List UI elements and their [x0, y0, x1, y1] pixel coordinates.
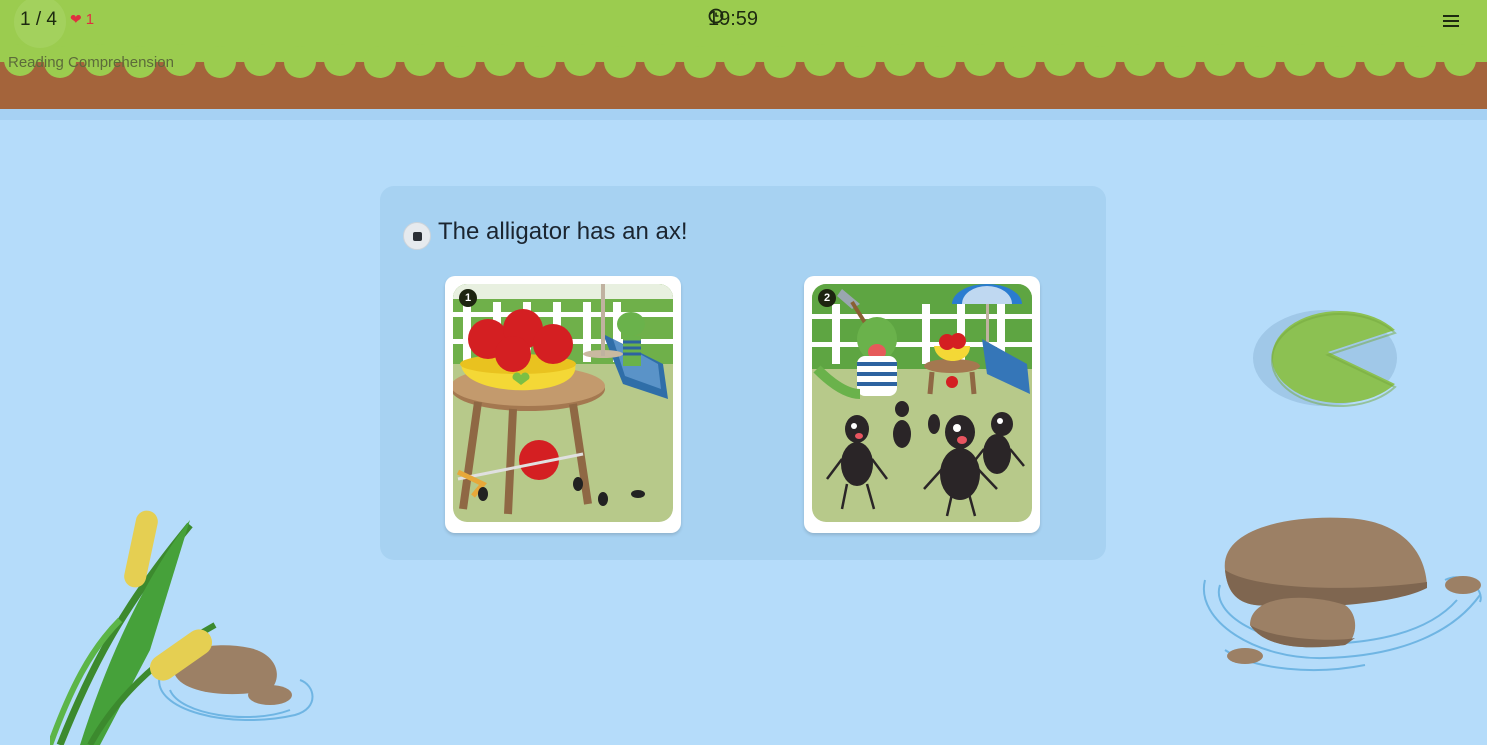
apple-bowl-scene-image [453, 284, 673, 522]
alligator-with-ax-scene-image [812, 284, 1032, 522]
heart-icon: ❤ [70, 11, 82, 28]
lives-indicator: ❤ 1 [70, 11, 94, 28]
menu-icon [1441, 15, 1461, 27]
answer-choice-1[interactable]: 1 [445, 276, 681, 533]
rocks-right [1202, 517, 1482, 671]
cattails-and-rock [50, 510, 314, 745]
top-bar: 1 / 4 ❤ 1 19:59 Reading Comprehension [0, 0, 1487, 120]
clock-icon [708, 8, 724, 24]
menu-button[interactable] [1441, 12, 1461, 32]
stop-icon [413, 232, 422, 241]
lives-count: 1 [85, 11, 95, 28]
audio-play-button[interactable] [403, 222, 431, 250]
question-text: The alligator has an ax! [438, 218, 688, 245]
choice-number-badge: 1 [459, 289, 477, 307]
timer: 19:59 [708, 8, 758, 31]
question-progress: 1 / 4 [20, 9, 57, 30]
choice-number-badge: 2 [818, 289, 836, 307]
section-title: Reading Comprehension [8, 54, 174, 71]
lily-pad [1253, 310, 1397, 407]
answer-choice-2[interactable]: 2 [804, 276, 1040, 533]
